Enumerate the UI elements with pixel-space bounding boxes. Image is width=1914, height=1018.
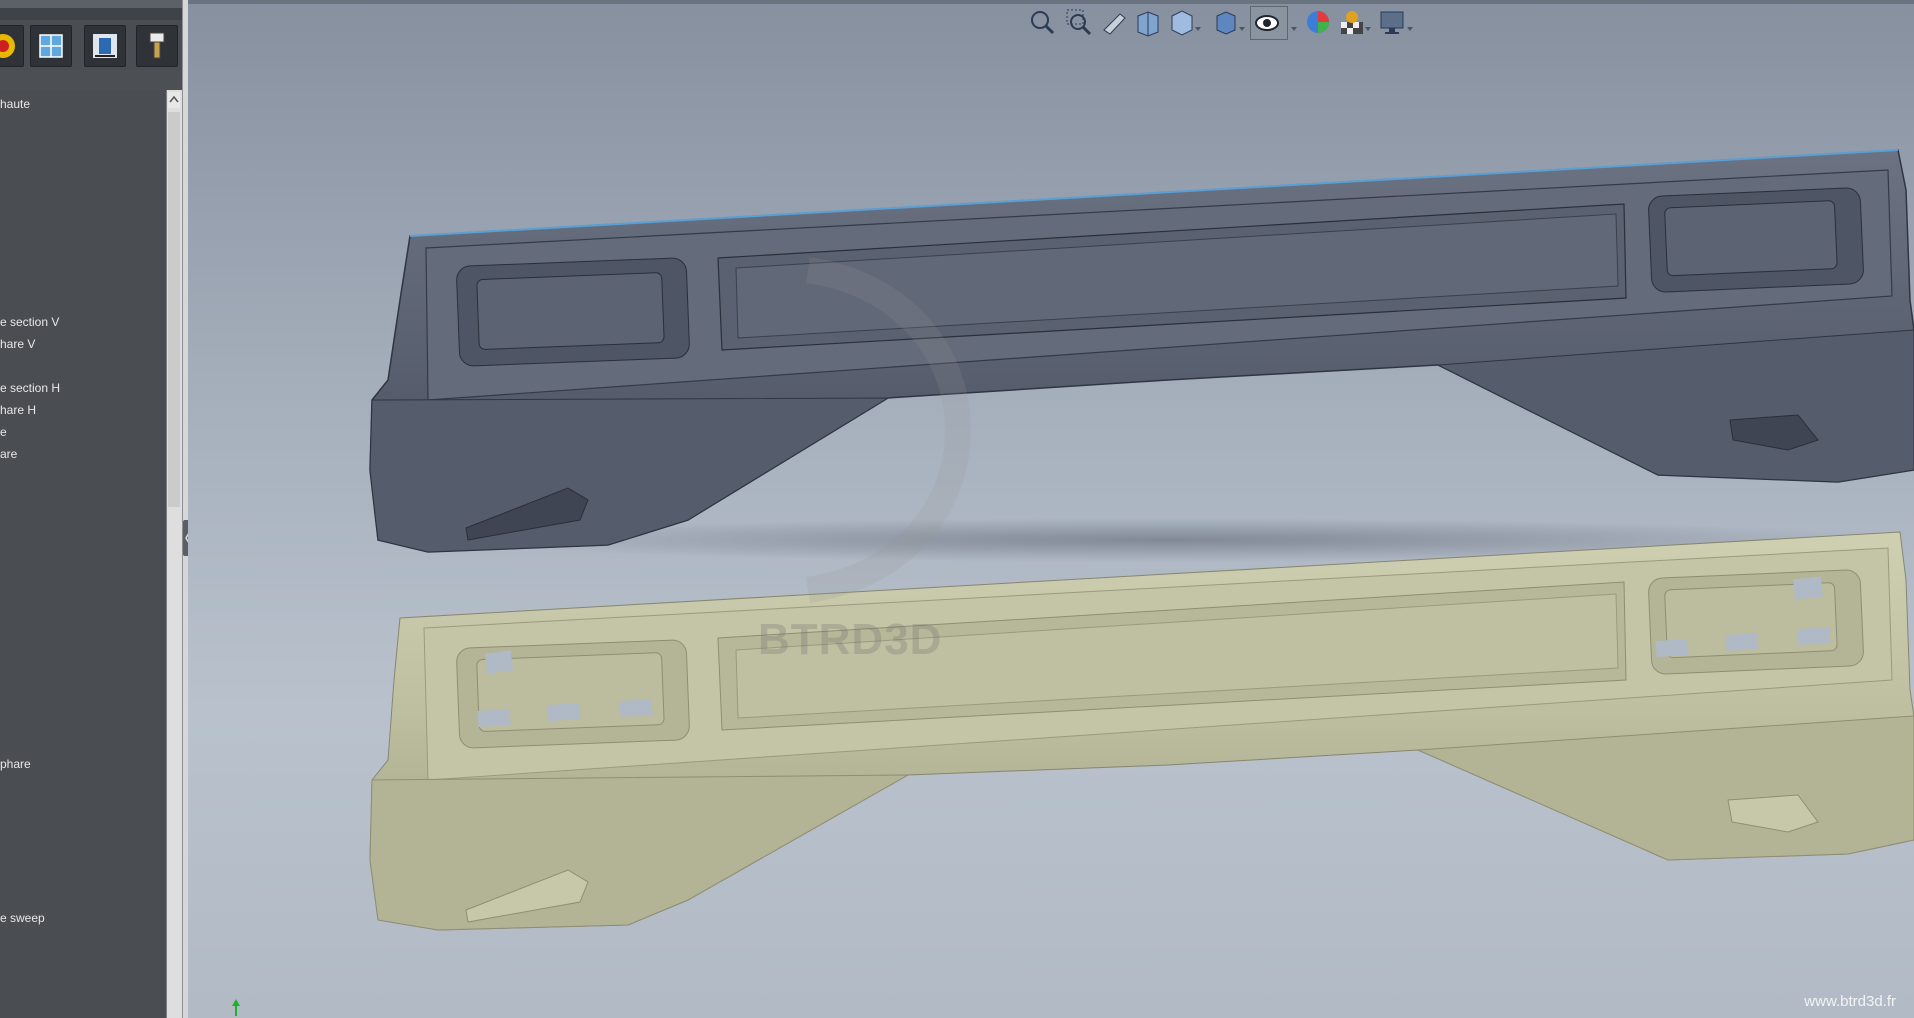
measure-icon[interactable] <box>84 25 126 67</box>
tree-item-e[interactable]: e <box>0 425 7 439</box>
view-settings-icon[interactable] <box>1378 6 1406 38</box>
scroll-up-arrow-icon[interactable] <box>168 92 180 108</box>
view-orientation-icon[interactable] <box>1168 6 1196 38</box>
tree-item-sweep[interactable]: e sweep <box>0 911 45 925</box>
feature-manager-toolbar <box>0 20 182 71</box>
tree-item-section-v[interactable]: e section V <box>0 315 59 329</box>
panel-header-strip <box>0 0 182 8</box>
zoom-to-area-icon[interactable] <box>1064 6 1092 38</box>
zoom-to-fit-icon[interactable] <box>1028 6 1056 38</box>
feature-tree: haute e section V hare V e section H har… <box>0 90 166 1018</box>
section-view-icon[interactable] <box>30 25 72 67</box>
previous-view-icon[interactable] <box>1100 6 1128 38</box>
edit-appearance-icon[interactable] <box>1304 6 1332 38</box>
feature-manager-panel: haute e section V hare V e section H har… <box>0 0 182 1018</box>
graphics-viewport[interactable]: BTRD3D www.btrd3d.fr <box>188 0 1914 1018</box>
chevron-down-icon[interactable] <box>1238 20 1246 31</box>
appearance-icon[interactable] <box>0 25 24 67</box>
bumper-shaded-model <box>369 531 1914 931</box>
chevron-down-icon[interactable] <box>1290 20 1298 31</box>
tree-scroll-thumb[interactable] <box>168 112 180 507</box>
chevron-down-icon[interactable] <box>1194 20 1202 31</box>
site-credit: www.btrd3d.fr <box>1804 993 1896 1010</box>
display-style-icon[interactable] <box>1212 6 1240 38</box>
tree-item-phare-h[interactable]: hare H <box>0 403 36 417</box>
section-view-icon-toolbar[interactable] <box>1134 6 1162 38</box>
tree-item-phare[interactable]: phare <box>0 757 31 771</box>
hide-show-items-icon[interactable] <box>1250 6 1288 40</box>
feature-filter-bar[interactable] <box>0 70 182 91</box>
apply-scene-icon[interactable] <box>1338 6 1366 38</box>
chevron-down-icon[interactable] <box>1364 20 1372 31</box>
coordinate-triad-icon <box>226 996 246 1018</box>
tool-icon[interactable] <box>136 25 178 67</box>
tree-item-haute[interactable]: haute <box>0 97 30 111</box>
chevron-down-icon[interactable] <box>1406 20 1414 31</box>
tree-item-phare-v[interactable]: hare V <box>0 337 35 351</box>
tree-item-section-h[interactable]: e section H <box>0 381 60 395</box>
bumper-shaded-edges-model <box>369 149 1914 553</box>
model-view <box>369 149 1914 931</box>
watermark-text: BTRD3D <box>758 615 943 664</box>
tree-item-are[interactable]: are <box>0 447 17 461</box>
